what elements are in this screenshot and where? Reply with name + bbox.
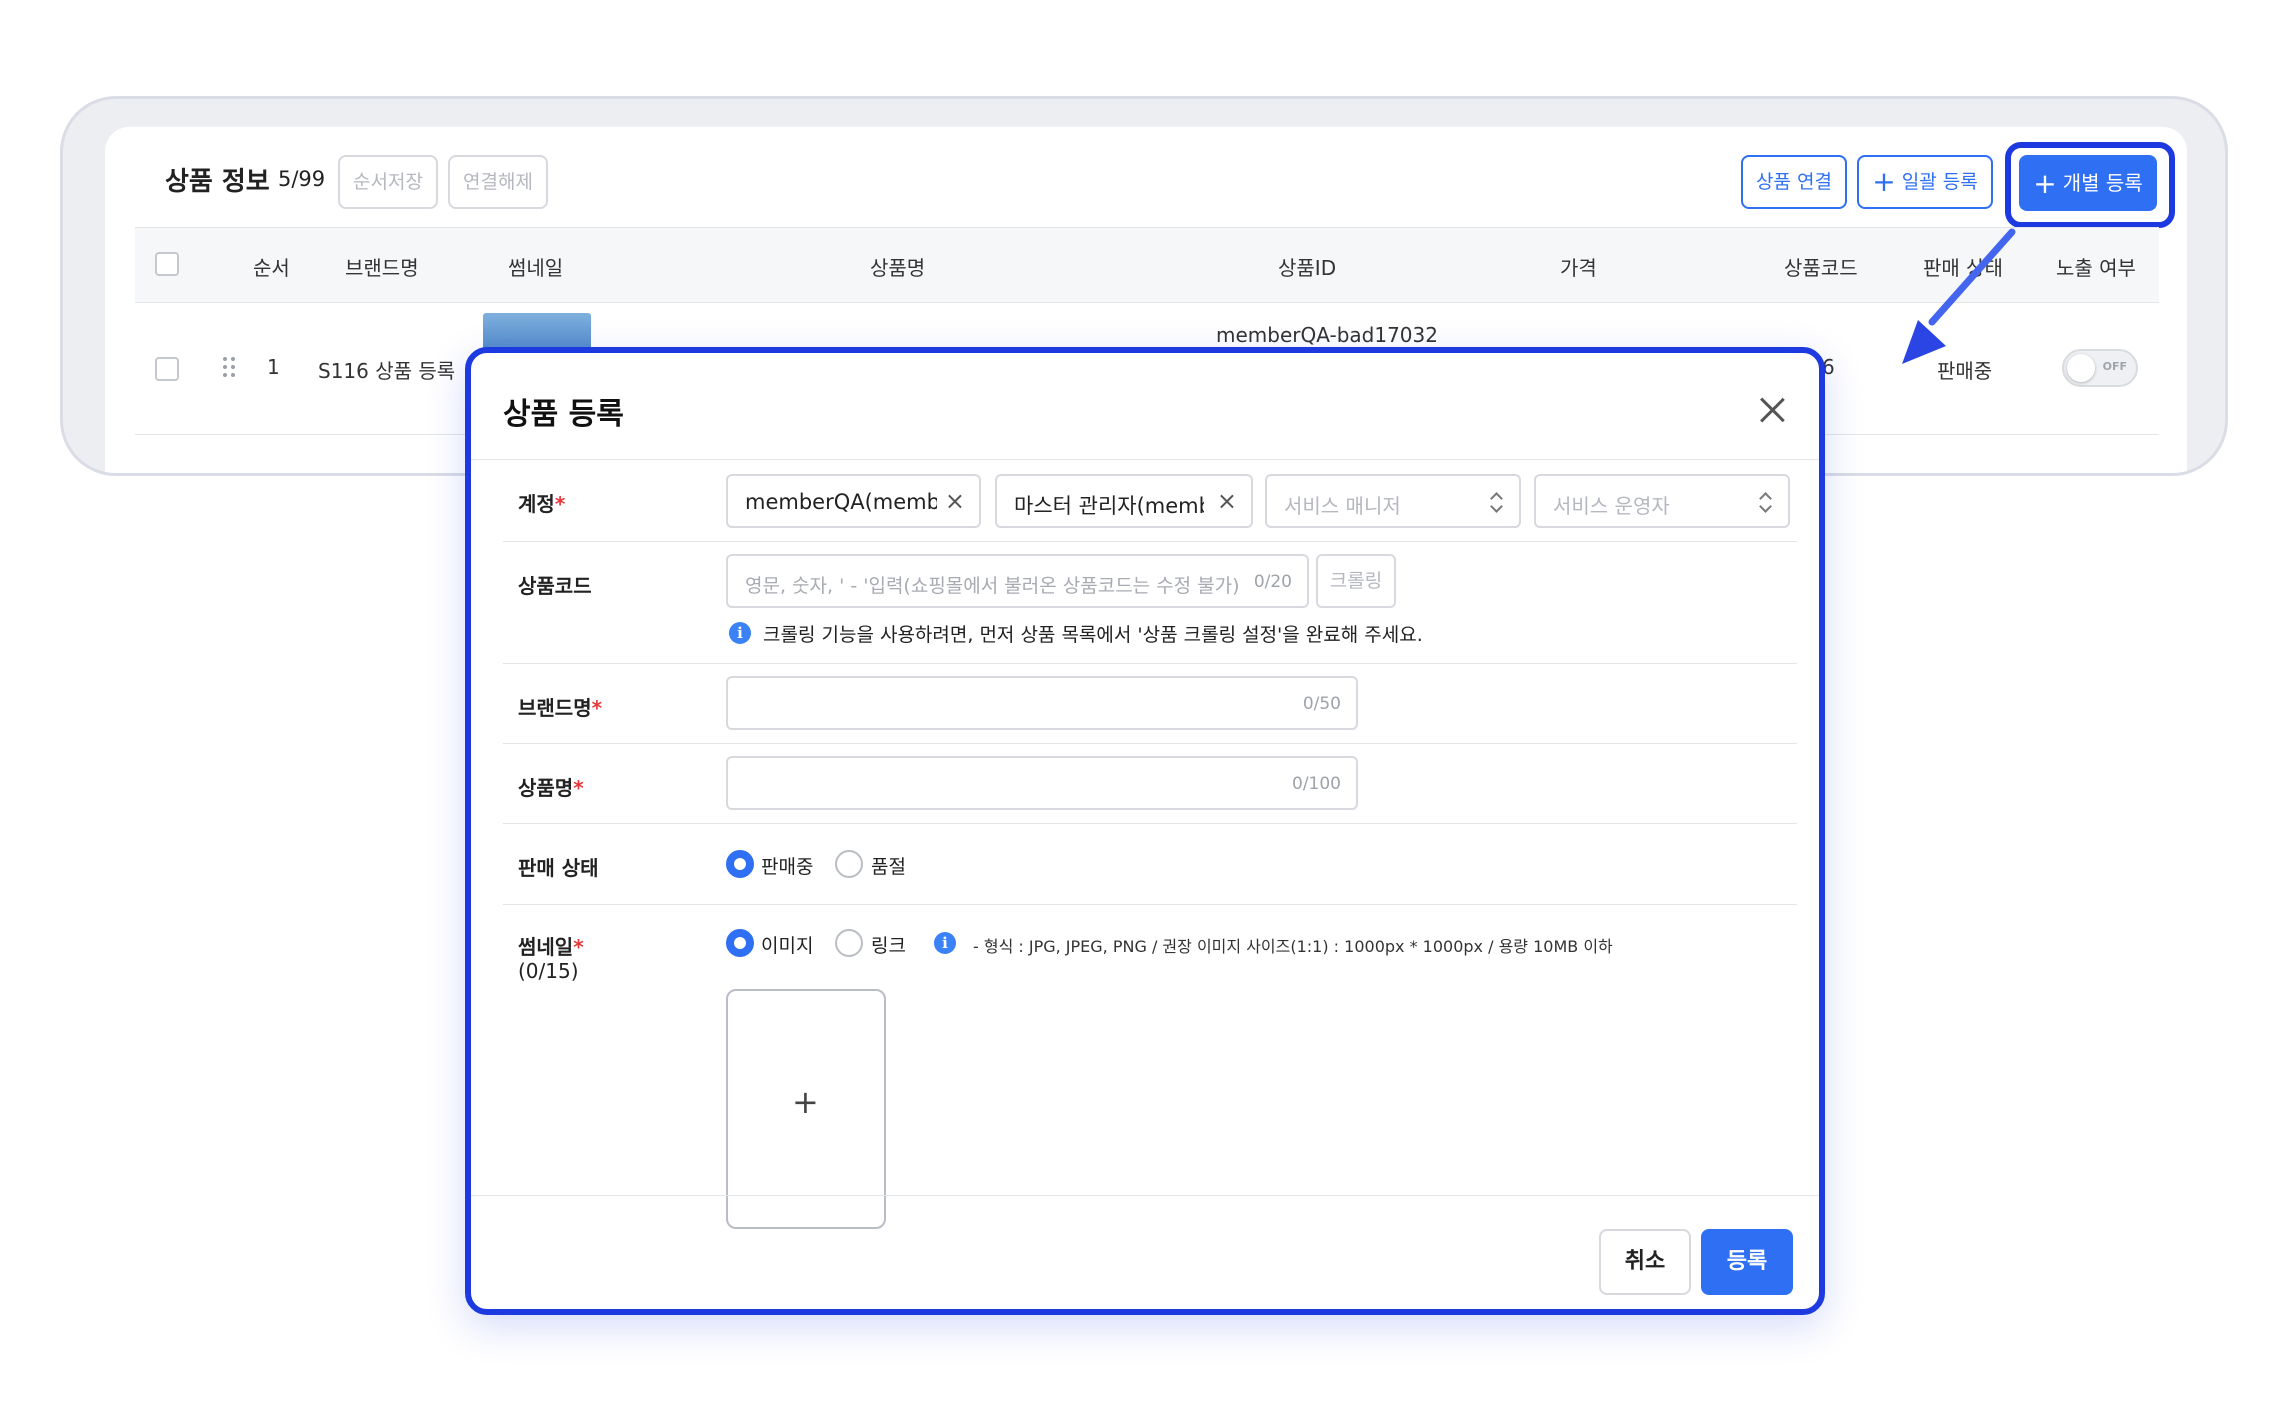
thumbnail-upload-box[interactable]: + — [726, 989, 886, 1229]
row-checkbox[interactable] — [155, 357, 179, 381]
col-product-id: 상품ID — [1278, 256, 1337, 280]
table-header: 순서 브랜드명 썸네일 상품명 상품ID 가격 상품코드 판매 상태 노출 여부 — [135, 227, 2159, 303]
radio-image[interactable] — [726, 929, 754, 957]
required-mark: * — [591, 696, 603, 720]
product-code-label: 상품코드 — [518, 574, 592, 598]
info-icon: i — [729, 622, 751, 644]
account-tag-value: 마스터 관리자(memberQA) — [1014, 494, 1204, 518]
screenshot-stage: 상품 정보 5/99 순서저장 연결해제 상품 연결 + 일괄 등록 + 개별 등록… — [0, 0, 2280, 1401]
crawl-button[interactable]: 크롤링 — [1316, 554, 1396, 608]
sale-status-label: 판매 상태 — [518, 856, 599, 880]
col-order: 순서 — [253, 256, 290, 280]
add-image-icon: + — [792, 1083, 819, 1121]
toggle-off-label: OFF — [2102, 360, 2127, 373]
account-tag-value: memberQA(memberQA) — [745, 490, 937, 514]
thumbnail-format-hint: - 형식 : JPG, JPEG, PNG / 권장 이미지 사이즈(1:1) … — [973, 937, 1613, 956]
remove-tag-icon[interactable]: × — [1217, 488, 1237, 514]
required-mark: * — [554, 492, 566, 516]
select-updown-icon — [1489, 488, 1503, 516]
close-icon[interactable] — [1759, 397, 1785, 423]
link-product-button[interactable]: 상품 연결 — [1741, 155, 1847, 209]
radio-image-label: 이미지 — [761, 935, 814, 957]
visibility-toggle[interactable]: OFF — [2062, 349, 2138, 387]
plus-icon: + — [2033, 167, 2057, 200]
account-tag-master[interactable]: 마스터 관리자(memberQA) × — [995, 474, 1253, 528]
col-product-code: 상품코드 — [1784, 256, 1858, 280]
col-thumbnail: 썸네일 — [508, 256, 564, 280]
product-name-counter: 0/100 — [1292, 774, 1341, 794]
single-register-label: 개별 등록 — [2062, 171, 2143, 195]
save-order-button[interactable]: 순서저장 — [338, 155, 438, 209]
col-visibility: 노출 여부 — [2056, 256, 2136, 280]
radio-sold-out[interactable] — [835, 850, 863, 878]
modal-title: 상품 등록 — [503, 397, 624, 432]
col-price: 가격 — [1560, 256, 1597, 280]
product-count: 5/99 — [278, 167, 326, 191]
row-sale-status: 판매중 — [1937, 359, 1993, 383]
toggle-knob — [2067, 354, 2095, 382]
product-name-input[interactable]: 0/100 — [726, 756, 1358, 810]
sale-status-row: 판매 상태 판매중 품절 — [503, 824, 1797, 905]
brand-input[interactable]: 0/50 — [726, 676, 1358, 730]
service-operator-select[interactable]: 서비스 운영자 — [1534, 474, 1790, 528]
account-row: 계정* memberQA(memberQA) × 마스터 관리자(memberQ… — [503, 460, 1797, 542]
select-updown-icon — [1758, 488, 1772, 516]
info-icon: i — [934, 932, 956, 954]
product-code-counter: 0/20 — [1253, 572, 1292, 592]
radio-on-sale[interactable] — [726, 850, 754, 878]
col-brand: 브랜드명 — [345, 256, 419, 280]
product-code-placeholder: 영문, 숫자, ' - '입력(쇼핑몰에서 불러온 상품코드는 수정 불가) — [745, 575, 1240, 597]
row-brand: S116 상품 등록 — [318, 359, 456, 383]
product-name-label: 상품명* — [518, 776, 584, 800]
required-mark: * — [573, 776, 584, 800]
account-label: 계정* — [518, 492, 566, 516]
plus-icon: + — [1872, 165, 1896, 198]
card-header: 상품 정보 5/99 순서저장 연결해제 상품 연결 + 일괄 등록 + 개별 등록 — [105, 127, 2187, 228]
product-code-input[interactable]: 영문, 숫자, ' - '입력(쇼핑몰에서 불러온 상품코드는 수정 불가) 0… — [726, 554, 1309, 608]
radio-link-label: 링크 — [871, 935, 906, 957]
cancel-button[interactable]: 취소 — [1599, 1229, 1691, 1295]
radio-link[interactable] — [835, 929, 863, 957]
thumbnail-count: (0/15) — [518, 959, 579, 983]
brand-counter: 0/50 — [1302, 694, 1341, 714]
remove-tag-icon[interactable]: × — [945, 488, 965, 514]
brand-label: 브랜드명* — [518, 696, 603, 720]
unlink-button[interactable]: 연결해제 — [448, 155, 548, 209]
radio-sold-out-label: 품절 — [871, 856, 906, 878]
row-product-id: memberQA-bad17032 — [1216, 323, 1438, 347]
product-code-row: 상품코드 영문, 숫자, ' - '입력(쇼핑몰에서 불러온 상품코드는 수정 … — [503, 542, 1797, 664]
required-mark: * — [573, 935, 584, 959]
submit-button[interactable]: 등록 — [1701, 1229, 1793, 1295]
single-register-button[interactable]: + 개별 등록 — [2019, 155, 2157, 211]
select-all-checkbox[interactable] — [155, 252, 179, 276]
col-product-name: 상품명 — [870, 256, 926, 280]
footer-divider — [471, 1195, 1819, 1196]
thumbnail-label: 썸네일* — [518, 935, 584, 959]
service-manager-select[interactable]: 서비스 매니저 — [1265, 474, 1521, 528]
account-tag-memberqa[interactable]: memberQA(memberQA) × — [726, 474, 981, 528]
row-order: 1 — [267, 355, 280, 379]
service-manager-placeholder: 서비스 매니저 — [1284, 494, 1401, 518]
bulk-register-button[interactable]: + 일괄 등록 — [1857, 155, 1993, 209]
crawl-hint: 크롤링 기능을 사용하려면, 먼저 상품 목록에서 '상품 크롤링 설정'을 완… — [763, 624, 1423, 646]
radio-on-sale-label: 판매중 — [761, 856, 814, 878]
drag-handle-icon[interactable] — [223, 357, 239, 377]
col-sale-status: 판매 상태 — [1923, 256, 2003, 280]
service-operator-placeholder: 서비스 운영자 — [1553, 494, 1670, 518]
product-register-modal: 상품 등록 계정* memberQA(memberQA) × 마스터 관리자(m… — [465, 347, 1825, 1315]
bulk-register-label: 일괄 등록 — [1901, 171, 1978, 193]
product-name-row: 상품명* 0/100 — [503, 744, 1797, 824]
card-title: 상품 정보 — [165, 167, 270, 197]
brand-row: 브랜드명* 0/50 — [503, 664, 1797, 744]
